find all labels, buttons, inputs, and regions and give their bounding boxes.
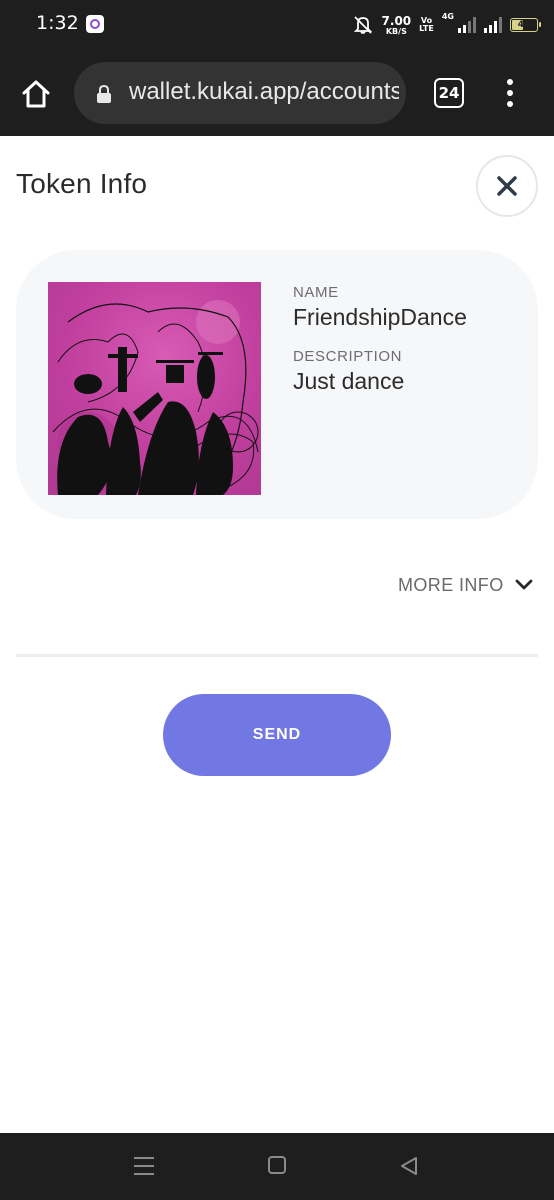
app-notification-icon [86, 15, 104, 33]
token-image [48, 282, 261, 495]
page-title: Token Info [16, 168, 148, 199]
bell-mute-icon [352, 15, 374, 35]
lock-icon [96, 84, 112, 104]
divider [16, 654, 538, 657]
token-card: NAME FriendshipDance DESCRIPTION Just da… [16, 250, 538, 519]
close-icon [497, 176, 517, 196]
back-icon[interactable] [398, 1155, 420, 1177]
network-speed: 7.00 KB/S [382, 15, 412, 36]
volte-bottom: LTE [419, 24, 434, 33]
battery-level: 44 [517, 20, 531, 30]
more-info-label: MORE INFO [398, 574, 504, 595]
recent-apps-icon[interactable] [134, 1157, 154, 1175]
browser-toolbar: wallet.kukai.app/accounts 24 [0, 52, 554, 136]
signal-strength-icon [458, 17, 476, 33]
token-name: FriendshipDance [293, 304, 467, 330]
name-label: NAME [293, 284, 339, 301]
system-navigation-bar [0, 1133, 554, 1200]
home-icon[interactable] [18, 76, 54, 112]
more-vert-icon[interactable] [500, 79, 520, 107]
tab-switcher-button[interactable]: 24 [434, 78, 464, 108]
battery-icon: 44 [510, 18, 541, 32]
token-name-block: NAME FriendshipDance [293, 284, 467, 331]
send-button[interactable]: SEND [163, 694, 391, 776]
network-speed-value: 7.00 [381, 13, 412, 28]
token-description: Just dance [293, 368, 405, 394]
token-description-block: DESCRIPTION Just dance [293, 348, 404, 395]
status-time: 1:32 [36, 12, 79, 34]
description-label: DESCRIPTION [293, 348, 403, 365]
home-nav-icon[interactable] [268, 1156, 286, 1174]
chevron-down-icon [515, 579, 533, 590]
network-speed-unit: KB/S [385, 26, 407, 36]
status-bar: 1:32 7.00 KB/S Vo LTE 4G 44 [0, 0, 554, 52]
address-bar[interactable]: wallet.kukai.app/accounts [74, 62, 406, 124]
more-info-toggle[interactable]: MORE INFO [398, 572, 534, 598]
network-type: 4G [441, 12, 454, 21]
close-button[interactable] [476, 155, 538, 217]
signal-strength-2-icon [484, 17, 502, 33]
url-text: wallet.kukai.app/accounts [129, 78, 399, 105]
status-icons: 7.00 KB/S Vo LTE 4G 44 [352, 12, 541, 38]
volte-indicator: Vo LTE [419, 17, 434, 33]
